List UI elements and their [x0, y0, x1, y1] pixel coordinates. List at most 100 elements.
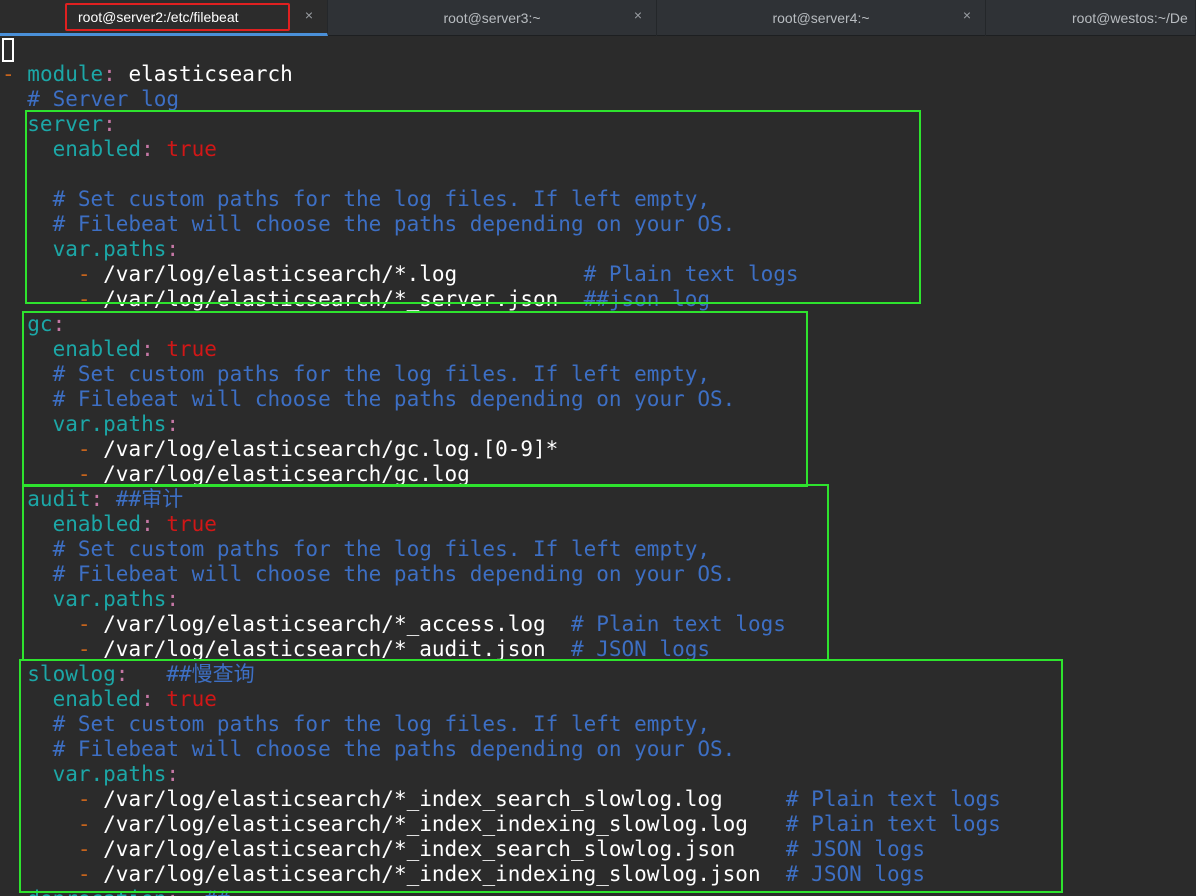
- line-segment-colon: :: [141, 137, 167, 161]
- terminal-line: deprecation: ##: [2, 887, 229, 896]
- line-segment-key: var.paths: [2, 587, 167, 611]
- tab-server3[interactable]: root@server3:~ ×: [328, 0, 657, 36]
- line-segment-colon: :: [90, 487, 116, 511]
- line-segment-colon: :: [166, 412, 180, 436]
- line-segment-comment: # Set custom paths for the log files. If…: [2, 712, 711, 736]
- line-segment-dash: -: [2, 637, 104, 661]
- line-segment-comment: # Filebeat will choose the paths dependi…: [2, 387, 736, 411]
- terminal-line: gc:: [2, 312, 65, 337]
- tab-bar: root@server2:/etc/filebeat × root@server…: [0, 0, 1196, 36]
- line-segment-boolval: true: [166, 137, 217, 161]
- terminal-line: - /var/log/elasticsearch/*_index_indexin…: [2, 812, 1001, 837]
- line-segment-colon: :: [166, 762, 180, 786]
- tab-server2[interactable]: root@server2:/etc/filebeat ×: [0, 0, 328, 36]
- terminal-line: # Set custom paths for the log files. If…: [2, 537, 710, 562]
- terminal-line: # Set custom paths for the log files. If…: [2, 362, 710, 387]
- terminal-line: - /var/log/elasticsearch/*_index_search_…: [2, 837, 925, 862]
- terminal-line: # Set custom paths for the log files. If…: [2, 712, 710, 737]
- line-segment-key: enabled: [2, 337, 142, 361]
- line-segment-comment: # JSON logs: [785, 862, 925, 886]
- close-icon[interactable]: ×: [634, 7, 642, 23]
- terminal-line: - /var/log/elasticsearch/gc.log.[0-9]*: [2, 437, 558, 462]
- line-segment-colon: :: [103, 112, 116, 136]
- terminal-line: # Filebeat will choose the paths dependi…: [2, 387, 736, 412]
- line-segment-comment: # Filebeat will choose the paths dependi…: [2, 212, 736, 236]
- line-segment-comment: # Server log: [2, 87, 180, 111]
- line-segment-val: /var/log/elasticsearch/*_access.log: [103, 612, 571, 636]
- terminal-line: # Filebeat will choose the paths dependi…: [2, 562, 736, 587]
- line-segment-dash: -: [2, 612, 104, 636]
- line-segment-val: /var/log/elasticsearch/*_index_indexing_…: [103, 812, 786, 836]
- terminal-line: server:: [2, 112, 116, 137]
- line-segment-val: /var/log/elasticsearch/gc.log: [103, 462, 470, 486]
- close-icon[interactable]: ×: [963, 7, 971, 23]
- line-segment-colon: :: [166, 587, 180, 611]
- tab-westos[interactable]: root@westos:~/De: [986, 0, 1196, 36]
- line-segment-comment: ##慢查询: [166, 662, 255, 686]
- line-segment-colon: :: [115, 662, 167, 686]
- terminal-line: - /var/log/elasticsearch/*_audit.json # …: [2, 637, 710, 662]
- terminal-line: - /var/log/elasticsearch/*_index_search_…: [2, 787, 1001, 812]
- text-cursor: [2, 38, 14, 62]
- line-segment-key: enabled: [2, 687, 142, 711]
- line-segment-colon: :: [141, 687, 167, 711]
- line-segment-comment: # Plain text logs: [785, 812, 1001, 836]
- terminal-line: # Filebeat will choose the paths dependi…: [2, 212, 736, 237]
- line-segment-comment: # JSON logs: [570, 637, 711, 661]
- line-segment-key: slowlog: [2, 662, 116, 686]
- line-segment-key: var.paths: [2, 237, 167, 261]
- line-segment-colon: :: [52, 312, 66, 336]
- line-segment-comment: # Set custom paths for the log files. If…: [2, 187, 711, 211]
- line-segment-colon: :: [103, 62, 129, 86]
- line-segment-comment: ##审计: [115, 487, 184, 511]
- line-segment-key: server: [2, 112, 104, 136]
- line-segment-dash: -: [2, 287, 104, 311]
- line-segment-key: deprecation: [2, 887, 166, 896]
- line-segment-colon: :: [166, 887, 204, 896]
- terminal-line: var.paths:: [2, 237, 179, 262]
- terminal-line: - /var/log/elasticsearch/*.log # Plain t…: [2, 262, 799, 287]
- line-segment-boolval: true: [166, 512, 217, 536]
- terminal-line: enabled: true: [2, 337, 217, 362]
- line-segment-val: /var/log/elasticsearch/*_audit.json: [103, 637, 571, 661]
- terminal-line: - /var/log/elasticsearch/gc.log: [2, 462, 470, 487]
- line-segment-val: /var/log/elasticsearch/*_server.json: [103, 287, 584, 311]
- line-segment-key: gc: [2, 312, 53, 336]
- line-segment-dash: -: [2, 462, 104, 486]
- terminal-line: # Server log: [2, 87, 179, 112]
- terminal-line: var.paths:: [2, 587, 179, 612]
- line-segment-dash: -: [2, 262, 104, 286]
- line-segment-boolval: true: [166, 337, 217, 361]
- terminal-line: - /var/log/elasticsearch/*_access.log # …: [2, 612, 786, 637]
- terminal-line: # Filebeat will choose the paths dependi…: [2, 737, 736, 762]
- line-segment-key: enabled: [2, 137, 142, 161]
- line-segment-comment: # JSON logs: [785, 837, 925, 861]
- line-segment-val: /var/log/elasticsearch/*_index_indexing_…: [103, 862, 786, 886]
- line-segment-val: /var/log/elasticsearch/*_index_search_sl…: [103, 787, 786, 811]
- terminal-line: var.paths:: [2, 762, 179, 787]
- terminal-output[interactable]: deprecation: ## - /var/log/elasticsearch…: [0, 36, 1196, 896]
- tab-title: root@server4:~: [772, 10, 870, 26]
- line-segment-comment: # Filebeat will choose the paths dependi…: [2, 562, 736, 586]
- line-segment-dash: -: [2, 62, 28, 86]
- terminal-line: enabled: true: [2, 137, 217, 162]
- line-segment-comment: # Set custom paths for the log files. If…: [2, 362, 711, 386]
- line-segment-val: /var/log/elasticsearch/*.log: [103, 262, 584, 286]
- line-segment-dash: -: [2, 837, 104, 861]
- line-segment-comment: ##: [204, 887, 229, 896]
- line-segment-dash: -: [2, 787, 104, 811]
- line-segment-val: elasticsearch: [128, 62, 293, 86]
- close-icon[interactable]: ×: [305, 7, 313, 23]
- line-segment-key: enabled: [2, 512, 142, 536]
- line-segment-dash: -: [2, 437, 104, 461]
- line-segment-comment: # Plain text logs: [570, 612, 786, 636]
- tab-server4[interactable]: root@server4:~ ×: [657, 0, 986, 36]
- line-segment-key: module: [27, 62, 104, 86]
- tab-title: root@server2:/etc/filebeat: [78, 8, 239, 25]
- terminal-line: enabled: true: [2, 512, 217, 537]
- line-segment-key: audit: [2, 487, 91, 511]
- terminal-line: # Set custom paths for the log files. If…: [2, 187, 710, 212]
- line-segment-comment: # Plain text logs: [785, 787, 1001, 811]
- terminal-line: - /var/log/elasticsearch/*_server.json #…: [2, 287, 710, 312]
- terminal-line: slowlog: ##慢查询: [2, 662, 255, 687]
